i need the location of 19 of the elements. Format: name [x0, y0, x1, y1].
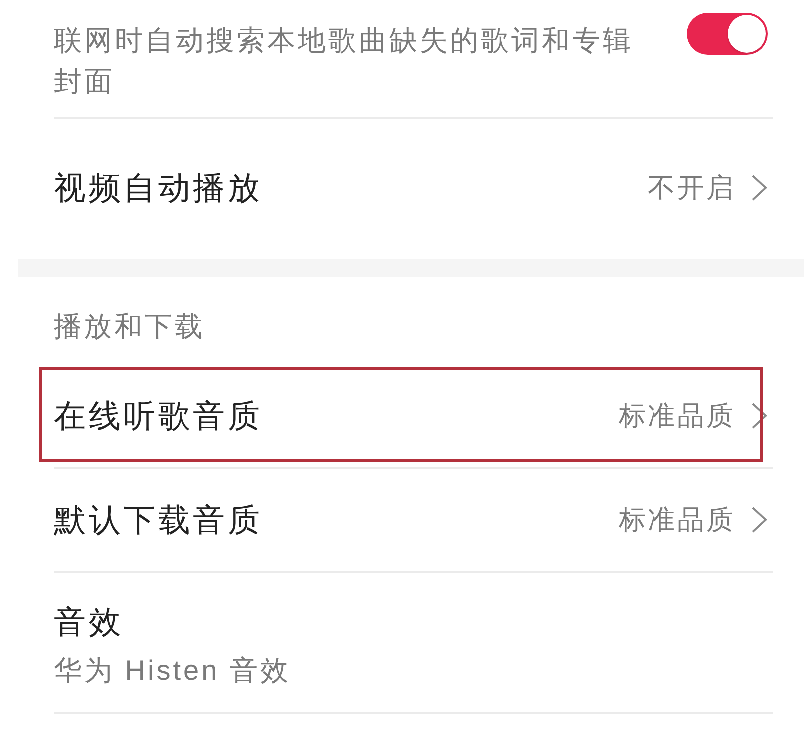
- chevron-right-icon: [751, 175, 768, 201]
- setting-description: 华为 Histen 音效: [54, 654, 291, 688]
- setting-title: 视频自动播放: [54, 169, 263, 208]
- settings-row[interactable]: 视频自动播放 不开启: [54, 119, 773, 259]
- setting-value: 标准品质: [618, 400, 736, 433]
- setting-description: 联网时自动搜索本地歌曲缺失的歌词和专辑封面: [54, 24, 634, 99]
- settings-row[interactable]: 音效 华为 Histen 音效: [54, 573, 773, 714]
- setting-title: 默认下载音质: [54, 501, 263, 540]
- setting-value: 标准品质: [618, 504, 736, 537]
- chevron-right-icon: [751, 507, 768, 533]
- section-header: 播放和下载: [54, 310, 206, 344]
- toggle-switch[interactable]: [687, 13, 768, 55]
- chevron-right-icon: [751, 403, 768, 429]
- settings-row[interactable]: 默认下载音质 标准品质: [54, 469, 773, 573]
- setting-value: 不开启: [648, 172, 736, 205]
- settings-row[interactable]: 在线听歌音质 标准品质: [54, 365, 773, 469]
- setting-title: 在线听歌音质: [54, 397, 263, 436]
- setting-title: 音效: [54, 603, 125, 642]
- settings-row[interactable]: 联网时自动搜索本地歌曲缺失的歌词和专辑封面: [54, 0, 773, 119]
